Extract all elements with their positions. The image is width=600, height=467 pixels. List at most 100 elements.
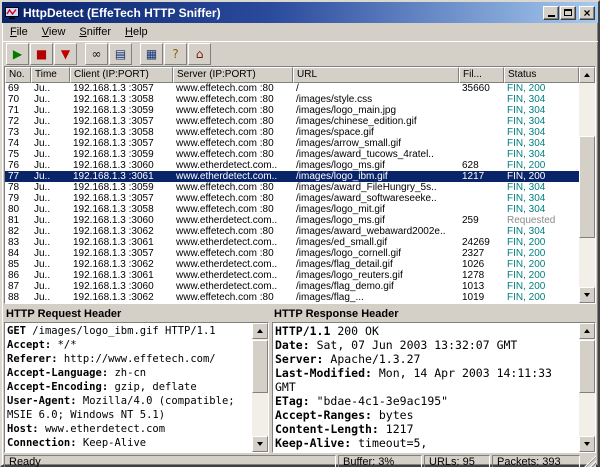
play-button[interactable]: ▶ [6,43,29,65]
cell-time: Ju.. [31,105,70,116]
cell-url: /images/award_FileHungry_5s.. [293,182,459,193]
table-row[interactable]: 74 Ju.. 192.168.1.3 :3057 www.effetech.c… [5,138,579,149]
cell-time: Ju.. [31,237,70,248]
table-row[interactable]: 85 Ju.. 192.168.1.3 :3062 www.etherdetec… [5,259,579,270]
header-field-name: Referer: [7,353,58,365]
column-header-server-ip-port[interactable]: Server (IP:PORT) [173,67,293,83]
column-header-status[interactable]: Status [504,67,579,83]
header-field-name: ETag: [275,394,310,408]
table-row[interactable]: 78 Ju.. 192.168.1.3 :3059 www.effetech.c… [5,182,579,193]
table-row[interactable]: 70 Ju.. 192.168.1.3 :3058 www.effetech.c… [5,94,579,105]
response-header-content[interactable]: HTTP/1.1200 OKDate:Sat, 07 Jun 2003 13:3… [273,323,579,452]
table-row[interactable]: 72 Ju.. 192.168.1.3 :3057 www.effetech.c… [5,116,579,127]
cell-url: / [293,83,459,94]
cell-status: FIN, 200 [504,270,579,281]
cell-server: www.etherdetect.com.. [173,215,293,226]
table-row[interactable]: 84 Ju.. 192.168.1.3 :3057 www.effetech.c… [5,248,579,259]
table-row[interactable]: 71 Ju.. 192.168.1.3 :3059 www.effetech.c… [5,105,579,116]
table-header: No.TimeClient (IP:PORT)Server (IP:PORT)U… [5,67,579,83]
response-scroll-track[interactable] [579,339,595,436]
cell-server: www.effetech.com :80 [173,226,293,237]
status-message: Ready [4,455,336,467]
table-row[interactable]: 87 Ju.. 192.168.1.3 :3060 www.etherdetec… [5,281,579,292]
response-scroll-down-button[interactable] [579,436,595,452]
table-scrollbar[interactable] [579,67,595,303]
column-header-no[interactable]: No. [5,67,31,83]
cell-server: www.effetech.com :80 [173,127,293,138]
table-row[interactable]: 86 Ju.. 192.168.1.3 :3061 www.etherdetec… [5,270,579,281]
filter-icon: ▼ [61,48,70,60]
table-row[interactable]: 79 Ju.. 192.168.1.3 :3057 www.effetech.c… [5,193,579,204]
help-button[interactable]: ? [164,43,187,65]
table-row[interactable]: 81 Ju.. 192.168.1.3 :3060 www.etherdetec… [5,215,579,226]
cell-client: 192.168.1.3 :3059 [70,182,173,193]
request-panel-title: HTTP Request Header [4,307,269,322]
cell-no: 75 [5,149,31,160]
menu-item-view[interactable]: View [35,24,73,40]
column-header-url[interactable]: URL [293,67,459,83]
menu-item-sniffer[interactable]: Sniffer [72,24,118,40]
save-button[interactable]: ▦ [140,43,163,65]
header-field-value: http://www.effetech.com/ [58,353,216,365]
header-field-value: 200 OK [330,324,378,338]
response-scroll-up-button[interactable] [579,323,595,339]
log-button[interactable]: ▤ [109,43,132,65]
table-row[interactable]: 75 Ju.. 192.168.1.3 :3059 www.effetech.c… [5,149,579,160]
request-scroll-track[interactable] [252,339,268,436]
cell-url: /images/logo_mit.gif [293,204,459,215]
response-scrollbar[interactable] [579,323,595,452]
request-scroll-down-button[interactable] [252,436,268,452]
cell-client: 192.168.1.3 :3061 [70,171,173,182]
table-row[interactable]: 88 Ju.. 192.168.1.3 :3062 www.effetech.c… [5,292,579,303]
request-scroll-up-button[interactable] [252,323,268,339]
close-button[interactable] [579,6,595,20]
cell-status: FIN, 200 [504,248,579,259]
window-controls [543,6,595,20]
table-scroll-down-button[interactable] [579,287,595,303]
cell-server: www.effetech.com :80 [173,204,293,215]
cell-no: 70 [5,94,31,105]
table-scroll-thumb[interactable] [579,136,595,238]
table-row[interactable]: 77 Ju.. 192.168.1.3 :3061 www.etherdetec… [5,171,579,182]
table-scroll-up-button[interactable] [579,67,595,83]
column-header-client-ip-port[interactable]: Client (IP:PORT) [70,67,173,83]
table-row[interactable]: 80 Ju.. 192.168.1.3 :3058 www.effetech.c… [5,204,579,215]
app-icon[interactable] [5,6,19,20]
stop-button[interactable]: ■ [30,43,53,65]
request-header-content[interactable]: GET/images/logo_ibm.gif HTTP/1.1Accept:*… [5,323,252,452]
arrow-down-icon [584,442,590,446]
url-table-body: 69 Ju.. 192.168.1.3 :3057 www.effetech.c… [5,83,579,303]
find-button[interactable]: ∞ [85,43,108,65]
cell-filesize: 2327 [459,248,504,259]
home-button[interactable]: ⌂ [188,43,211,65]
minimize-button[interactable] [543,6,559,20]
request-scrollbar[interactable] [252,323,268,452]
app-icon-image [5,6,19,20]
cell-client: 192.168.1.3 :3060 [70,215,173,226]
menu-item-help[interactable]: Help [118,24,155,40]
cell-server: www.effetech.com :80 [173,105,293,116]
response-scroll-thumb[interactable] [579,340,595,393]
table-row[interactable]: 73 Ju.. 192.168.1.3 :3058 www.effetech.c… [5,127,579,138]
play-icon: ▶ [13,48,22,60]
request-scroll-thumb[interactable] [252,340,268,393]
column-header-fil[interactable]: Fil... [459,67,504,83]
cell-filesize [459,149,504,160]
resize-grip[interactable] [582,455,596,467]
http-header-line: Content-Length:1217 [275,422,578,436]
menu-item-file[interactable]: File [3,24,35,40]
table-scroll-track[interactable] [579,83,595,287]
column-header-time[interactable]: Time [31,67,70,83]
table-row[interactable]: 82 Ju.. 192.168.1.3 :3062 www.effetech.c… [5,226,579,237]
header-field-name: GET [7,325,26,337]
toolbar: ▶ ■ ▼ ∞▤ ▦?⌂ [2,41,598,66]
cell-time: Ju.. [31,138,70,149]
cell-server: www.effetech.com :80 [173,248,293,259]
table-row[interactable]: 83 Ju.. 192.168.1.3 :3061 www.etherdetec… [5,237,579,248]
http-header-line: Accept-Encoding:gzip, deflate [7,380,251,394]
table-row[interactable]: 69 Ju.. 192.168.1.3 :3057 www.effetech.c… [5,83,579,94]
cell-status: FIN, 304 [504,116,579,127]
table-row[interactable]: 76 Ju.. 192.168.1.3 :3060 www.etherdetec… [5,160,579,171]
filter-button[interactable]: ▼ [54,43,77,65]
maximize-button[interactable] [560,6,576,20]
